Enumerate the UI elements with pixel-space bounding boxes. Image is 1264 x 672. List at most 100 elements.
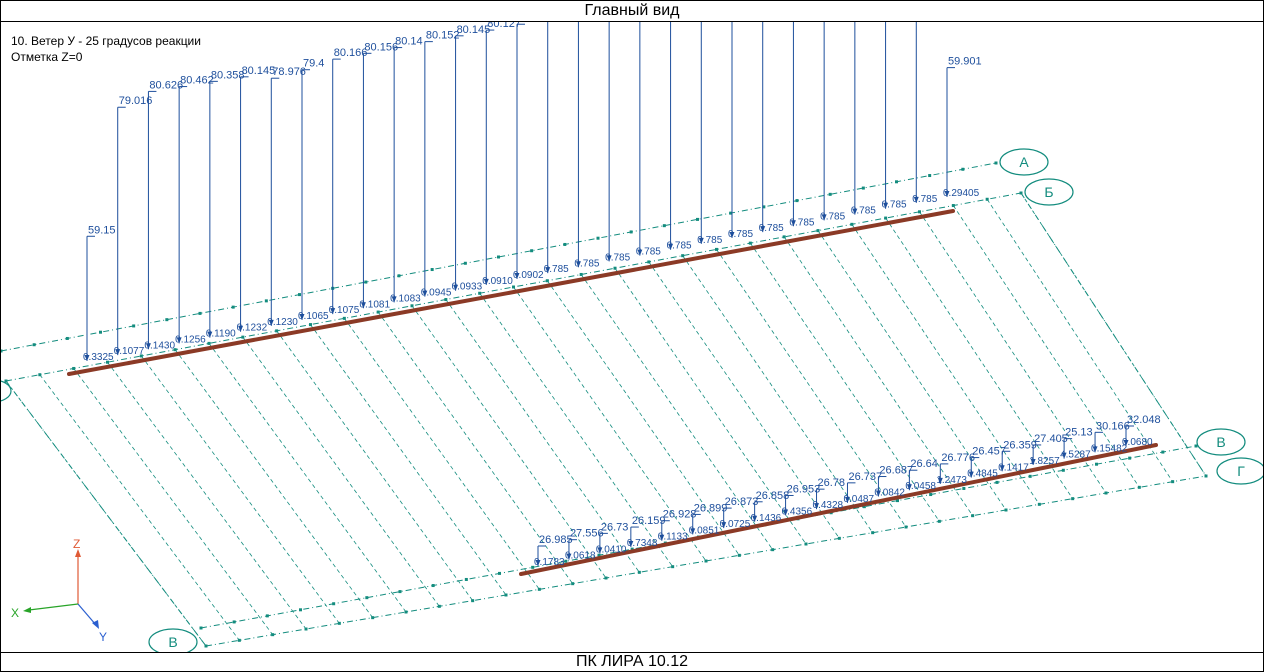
grid-node: [463, 261, 467, 265]
axis-marker-label: В: [168, 634, 177, 650]
horizontal-reaction-label: 0.1417: [998, 462, 1029, 473]
grid-node: [816, 229, 820, 233]
grid-node: [204, 644, 208, 648]
grid-node: [995, 480, 999, 484]
purlin-line: [242, 336, 440, 607]
grid-node: [38, 373, 42, 377]
grid-node: [431, 584, 435, 588]
reaction-value-label: 25.13: [1065, 427, 1093, 439]
grid-node: [613, 266, 617, 270]
grid-node: [132, 324, 136, 328]
model-drawing[interactable]: 59.15 0.3325 79.016 0.1077 80.626 0.1430 80.46…: [1, 22, 1263, 652]
horizontal-reaction-label: 0.1230: [267, 317, 298, 328]
reaction-value-label: 80.14: [395, 36, 423, 48]
horizontal-reaction-label: 0.0487: [843, 494, 874, 505]
elevation-label: Отметка Z=0: [11, 50, 83, 64]
horizontal-reaction-label: 0.1081: [359, 299, 390, 310]
grid-node: [198, 311, 202, 315]
grid-node: [530, 249, 534, 253]
grid-node: [410, 304, 414, 308]
horizontal-reaction-label: 0.4845: [967, 469, 998, 480]
y-axis-label: Y: [99, 630, 107, 644]
grid-node: [365, 596, 369, 600]
horizontal-reaction-label: 0.0910: [482, 276, 513, 287]
grid-node: [165, 318, 169, 322]
horizontal-reaction-label: 0.785: [667, 241, 692, 252]
grid-node: [681, 254, 685, 258]
horizontal-reaction-label: 0.785: [544, 264, 569, 275]
horizontal-reaction-label: 0.785: [912, 194, 937, 205]
grid-node: [404, 610, 408, 614]
grid-node: [430, 268, 434, 272]
reaction-value-label: 26.953: [787, 483, 821, 495]
reaction-value-label: 27.556: [570, 528, 604, 540]
axis-marker-label: Б: [1044, 184, 1053, 200]
grid-node: [4, 379, 8, 383]
purlin-line: [73, 368, 273, 635]
grid-node: [72, 366, 76, 370]
reaction-value-label: 32.048: [1127, 414, 1161, 426]
grid-node: [994, 161, 998, 165]
horizontal-reaction-label: 0.785: [728, 229, 753, 240]
upper-beam: [67, 209, 955, 376]
horizontal-reaction-label: 0.7348: [627, 538, 658, 549]
grid-node: [332, 602, 336, 606]
reaction-value-label: 26.78: [818, 477, 846, 489]
purlin-line: [141, 355, 340, 624]
grid-node: [795, 199, 799, 203]
horizontal-reaction-label: 0.0680: [1122, 437, 1153, 448]
purlin-line: [39, 374, 240, 641]
grid-node: [748, 241, 752, 245]
grid-node: [264, 299, 268, 303]
grid-node: [99, 330, 102, 334]
grid-node: [464, 577, 468, 581]
horizontal-reaction-label: 0.1133: [658, 532, 688, 543]
reaction-value-label: 26.737: [848, 471, 882, 483]
grid-node: [298, 293, 301, 297]
horizontal-reaction-label: 0.785: [697, 235, 722, 246]
horizontal-reaction-label: 0.3325: [83, 352, 114, 363]
reaction-value-label: 26.457: [972, 446, 1006, 458]
reaction-value-label: 26.73: [601, 521, 629, 533]
horizontal-reaction-label: 0.785: [759, 223, 784, 234]
reaction-value-label: 78.976: [272, 66, 306, 78]
grid-node: [364, 280, 368, 284]
grid-node: [647, 260, 651, 264]
horizontal-reaction-label: 0.29405: [943, 188, 980, 199]
grid-node: [271, 633, 275, 637]
reaction-value-label: 26.687: [879, 465, 913, 477]
grid-node: [928, 174, 932, 178]
grid-node: [299, 608, 302, 612]
model-viewport[interactable]: 10. Ветер У - 25 градусов реакции Отметк…: [1, 22, 1263, 652]
reaction-value-label: 26.359: [1003, 439, 1037, 451]
grid-node: [937, 519, 941, 523]
purlin-line: [174, 349, 373, 618]
reaction-value-label: 26.985: [539, 534, 573, 546]
grid-node: [850, 222, 854, 226]
reaction-value-label: 80.145: [242, 65, 276, 77]
grid-node: [342, 316, 346, 320]
grid-node: [1061, 468, 1065, 472]
horizontal-reaction-label: 0.1232: [237, 323, 268, 334]
horizontal-reaction-label: 0.0725: [720, 519, 751, 530]
grid-node: [895, 180, 898, 184]
grid-node: [1037, 502, 1041, 506]
grid-node: [1028, 474, 1032, 478]
grid-node: [771, 548, 775, 552]
reaction-value-label: 59.901: [948, 56, 982, 68]
grid-node: [804, 542, 808, 546]
grid-node: [304, 627, 308, 631]
grid-node: [1161, 450, 1165, 454]
axis-marker-label: Г: [1237, 463, 1245, 479]
grid-node: [498, 571, 501, 575]
horizontal-reaction-label: 0.0902: [513, 270, 544, 281]
grid-node: [1128, 456, 1132, 460]
purlin-line: [344, 318, 540, 590]
purlin-line: [276, 330, 473, 601]
reaction-value-label: 26.899: [694, 502, 728, 514]
reaction-value-label: 80.462: [180, 75, 214, 87]
x-arrow-icon: [23, 607, 31, 613]
grid-node: [671, 565, 675, 569]
grid-node: [398, 590, 402, 594]
grid-node: [1204, 474, 1208, 478]
